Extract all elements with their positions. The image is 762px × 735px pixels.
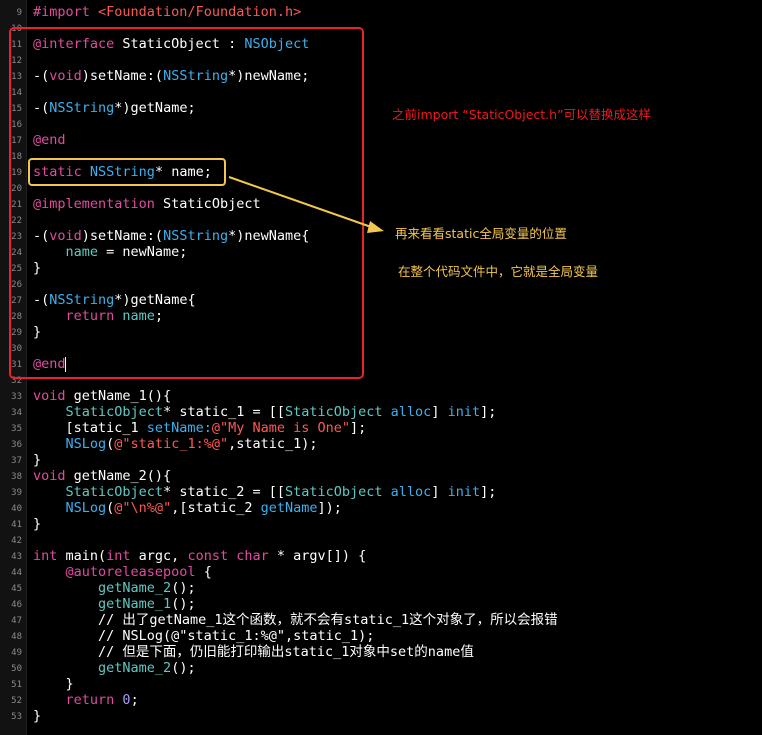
annotation-global-variable: 在整个代码文件中，它就是全局变量 (398, 264, 599, 279)
text-caret (65, 357, 66, 372)
annotation-replace-import: 之前import “StaticObject.h”可以替换成这样 (392, 107, 652, 122)
arrow-line (228, 176, 375, 229)
annotation-static-location: 再来看看static全局变量的位置 (395, 226, 567, 241)
arrow-head (367, 221, 384, 233)
